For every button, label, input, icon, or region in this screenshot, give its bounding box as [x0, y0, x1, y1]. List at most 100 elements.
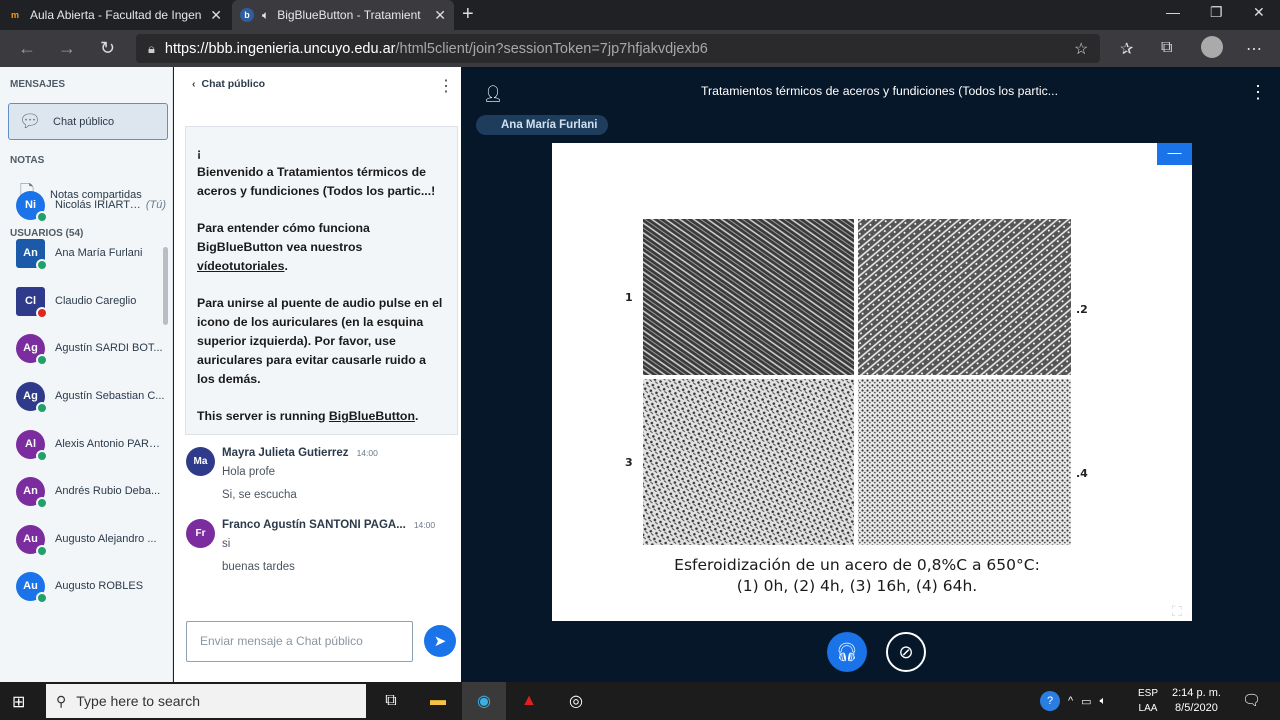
user-name: Augusto Alejandro ... [55, 533, 157, 545]
forward-icon[interactable]: → [58, 38, 76, 59]
notifications-icon[interactable]: 🗨︎ [1242, 691, 1261, 709]
obs-icon[interactable]: ◎ [565, 690, 587, 712]
status-badge [36, 496, 48, 509]
sidebar-scrollbar[interactable] [163, 247, 168, 325]
user-list-item[interactable]: Cl Claudio Careglio [16, 286, 166, 319]
user-list-item[interactable]: Ag Agustín SARDI BOT... [16, 333, 166, 366]
chat-message-input[interactable]: Enviar mensaje a Chat público [186, 621, 413, 662]
bigbluebutton-link[interactable]: BigBlueButton [329, 409, 415, 423]
moodle-favicon-icon: m [10, 10, 19, 20]
user-icon[interactable]: 👤︎ [483, 84, 503, 104]
clock[interactable]: 2:14 p. m. 8/5/2020 [1172, 686, 1221, 716]
avatar: Ma [186, 447, 215, 476]
avatar: Ag [16, 381, 48, 414]
windows-start-icon[interactable]: ⊞ [12, 692, 25, 712]
task-view-icon[interactable]: ⧉ [380, 690, 402, 712]
avatar: Al [16, 429, 48, 462]
author-name: Franco Agustín SANTONI PAGA... [222, 519, 406, 531]
lang-layout: LAA [1138, 703, 1158, 714]
welcome-p2: Para entender cómo funciona BigBlueButto… [197, 221, 370, 273]
user-name: Alexis Antonio PARA... [55, 438, 165, 450]
message-time: 14:00 [356, 448, 378, 458]
close-tab-icon[interactable]: ✕ [434, 7, 446, 24]
status-badge [36, 353, 48, 366]
caption-line-2: (1) 0h, (2) 4h, (3) 16h, (4) 64h. [736, 577, 978, 595]
volume-icon[interactable]: 🔈︎ [1100, 695, 1107, 708]
messages-header: MENSAJES [10, 79, 66, 90]
tab-title: Aula Abierta - Facultad de Ingen [30, 8, 202, 22]
input-language[interactable]: ESP LAA [1138, 686, 1158, 716]
video-tutorials-link[interactable]: vídeotutoriales [197, 259, 284, 273]
notes-header: NOTAS [10, 155, 45, 166]
user-list-item[interactable]: Al Alexis Antonio PARA... [16, 429, 166, 462]
camera-off-button[interactable]: ⊘ [886, 632, 926, 672]
taskbar-search[interactable]: ⚲ Type here to search [46, 684, 366, 718]
file-explorer-icon[interactable]: ▬ [427, 690, 449, 712]
collections-icon[interactable]: ⧉ [1161, 39, 1172, 57]
restore-window-icon[interactable]: ❐ [1210, 4, 1223, 21]
chat-options-icon[interactable]: ⋮ [438, 76, 454, 96]
public-chat-item[interactable]: 💬︎ Chat público [8, 103, 168, 140]
battery-icon[interactable]: ▭ [1081, 695, 1091, 708]
help-icon[interactable]: ? [1040, 691, 1060, 711]
user-name: Augusto ROBLES [55, 580, 144, 592]
close-tab-icon[interactable]: ✕ [210, 7, 222, 24]
favorites-icon[interactable]: ✰ [1120, 39, 1133, 59]
micrograph-panel-4 [858, 379, 1071, 545]
avatar: Cl [16, 286, 48, 319]
status-badge [36, 306, 48, 319]
you-label: (Tú) [145, 199, 166, 211]
edge-icon[interactable]: ◉ [462, 682, 506, 720]
headphones-icon: 🎧︎ [835, 641, 859, 662]
chevron-up-icon[interactable]: ^ [1068, 695, 1073, 707]
user-list-item[interactable]: An Ana María Furlani [16, 238, 166, 271]
user-list-item[interactable]: An Andrés Rubio Deba... [16, 476, 166, 509]
author-name: Mayra Julieta Gutierrez [222, 447, 349, 459]
profile-avatar-icon[interactable] [1201, 36, 1223, 58]
user-list-item[interactable]: Ag Agustín Sebastian C... [16, 381, 166, 414]
headphones-button[interactable]: 🎧︎ [827, 632, 867, 672]
back-icon[interactable]: ← [18, 38, 36, 59]
options-menu-icon[interactable]: ⋮ [1249, 82, 1267, 103]
reload-icon[interactable]: ↻ [100, 38, 115, 59]
welcome-p1: Bienvenido a Tratamientos térmicos de ac… [197, 164, 436, 198]
new-tab-button[interactable]: + [462, 4, 474, 24]
url-field[interactable]: 🔒︎ https://bbb.ingenieria.uncuyo.edu.ar /… [136, 34, 1100, 63]
tab-title: BigBlueButton - Tratamient [277, 8, 421, 22]
fullscreen-icon[interactable]: ⛶ [1172, 603, 1182, 620]
chat-header[interactable]: ‹ Chat público [192, 78, 265, 90]
clock-date: 8/5/2020 [1175, 702, 1218, 714]
welcome-message: ¡ Bienvenido a Tratamientos térmicos de … [185, 126, 458, 435]
panel-label-3: 3 [625, 456, 633, 469]
browser-tab-bbb[interactable]: b 🔈︎ BigBlueButton - Tratamient ✕ [232, 0, 454, 30]
url-host: https://bbb.ingenieria.uncuyo.edu.ar [164, 40, 396, 57]
user-list-item[interactable]: Au Augusto Alejandro ... [16, 524, 166, 557]
user-list-item[interactable]: Au Augusto ROBLES [16, 571, 166, 604]
minimize-presentation-button[interactable]: — [1157, 143, 1192, 165]
status-badge [36, 210, 48, 223]
status-badge [36, 449, 48, 462]
avatar: Ag [16, 333, 48, 366]
minimize-window-icon[interactable]: — [1166, 4, 1180, 20]
url-path: /html5client/join?sessionToken=7jp7hfjak… [395, 40, 708, 57]
chevron-left-icon[interactable]: ‹ [192, 78, 196, 90]
send-icon: ➤ [433, 633, 447, 650]
micrograph-panel-1 [643, 219, 854, 375]
user-name: Ana María Furlani [55, 247, 143, 259]
more-menu-icon[interactable]: ⋯ [1246, 39, 1262, 59]
micrograph-image [641, 219, 1071, 546]
user-list-item[interactable]: Ni Nicolás IRIART ... (Tú) [16, 190, 166, 223]
browser-tab-aula[interactable]: m Aula Abierta - Facultad de Ingen ✕ [0, 0, 230, 30]
welcome-p2-text: Para entender cómo funciona BigBlueButto… [197, 221, 370, 254]
avatar: Ni [16, 190, 48, 223]
lock-icon: 🔒︎ [148, 40, 155, 56]
user-name: Nicolás IRIART ... [55, 199, 142, 211]
close-window-icon[interactable]: ✕ [1253, 4, 1265, 21]
pdf-reader-icon[interactable]: ▲ [518, 690, 540, 712]
send-message-button[interactable]: ➤ [424, 625, 456, 657]
favorite-star-icon[interactable]: ☆ [1074, 39, 1088, 59]
public-chat-label: Chat público [53, 115, 115, 128]
avatar: Au [16, 524, 48, 557]
user-name: Andrés Rubio Deba... [55, 485, 161, 497]
status-badge [36, 401, 48, 414]
